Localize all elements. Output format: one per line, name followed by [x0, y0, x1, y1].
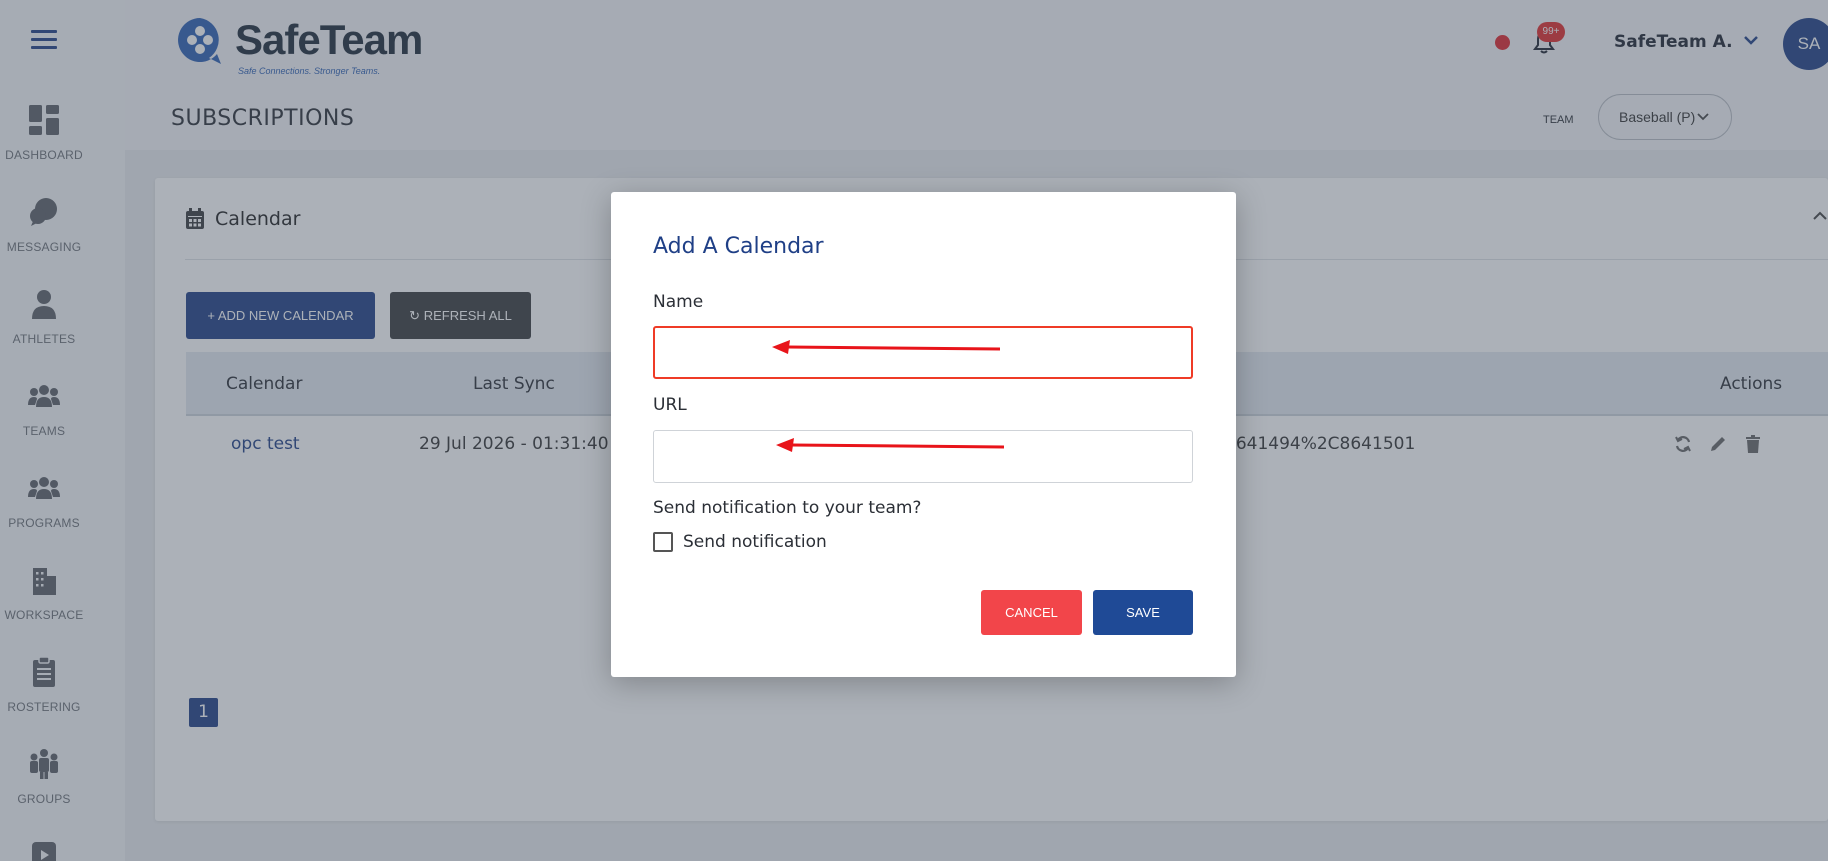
url-label: URL: [653, 395, 687, 415]
annotation-arrow-icon: [776, 438, 1005, 452]
name-label: Name: [653, 292, 704, 312]
send-notification-label: Send notification: [683, 532, 827, 552]
send-notification-checkbox[interactable]: Send notification: [653, 532, 827, 552]
save-button[interactable]: SAVE: [1093, 590, 1193, 635]
annotation-arrow-icon: [772, 340, 1001, 354]
cancel-button[interactable]: CANCEL: [981, 590, 1082, 635]
dialog-title: Add A Calendar: [653, 234, 824, 259]
checkbox-box[interactable]: [653, 532, 673, 552]
notification-question: Send notification to your team?: [653, 498, 922, 518]
